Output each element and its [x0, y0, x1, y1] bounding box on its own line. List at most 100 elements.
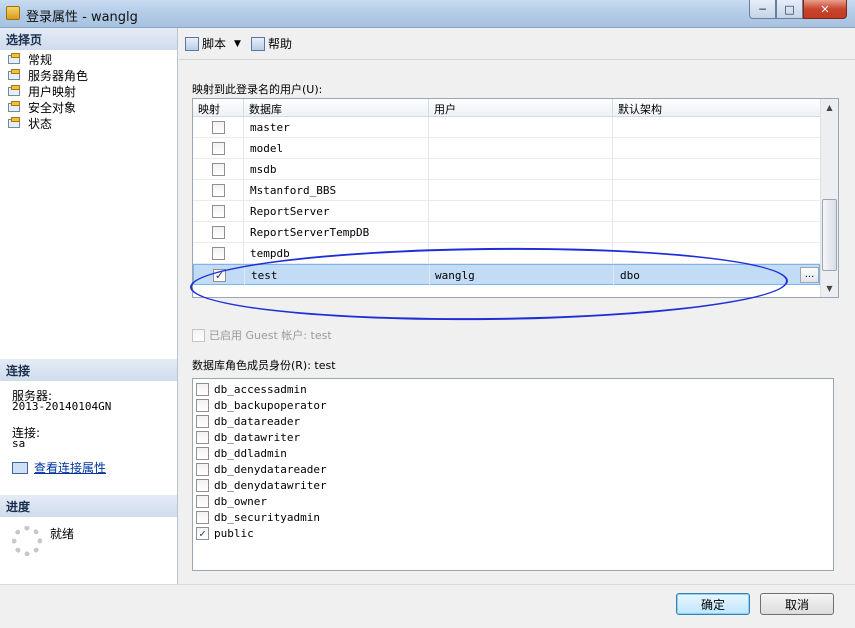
- cell-divider: [428, 201, 429, 222]
- nav-item-label: 服务器角色: [28, 68, 89, 83]
- connection-value: sa: [12, 437, 26, 450]
- grid-row[interactable]: msdb: [193, 159, 820, 180]
- nav-item-securables[interactable]: 安全对象: [8, 99, 76, 115]
- database-cell[interactable]: ReportServer: [250, 205, 329, 218]
- role-item[interactable]: db_owner: [196, 493, 267, 509]
- grid-row[interactable]: ReportServerTempDB: [193, 222, 820, 243]
- role-checkbox[interactable]: [196, 510, 209, 524]
- map-checkbox[interactable]: [212, 142, 225, 155]
- role-item[interactable]: db_securityadmin: [196, 509, 320, 525]
- nav-item-user-mapping[interactable]: 用户映射: [8, 83, 76, 99]
- column-header-map[interactable]: 映射: [198, 101, 220, 117]
- nav-item-general[interactable]: 常规: [8, 51, 52, 67]
- role-item[interactable]: ✓ public: [196, 525, 254, 541]
- map-checkbox[interactable]: [212, 205, 225, 218]
- column-separator: [428, 99, 429, 117]
- scroll-down-icon[interactable]: ▼: [821, 280, 838, 297]
- role-checkbox[interactable]: [196, 462, 209, 476]
- close-button[interactable]: ✕: [803, 0, 847, 19]
- database-cell[interactable]: master: [250, 121, 290, 134]
- minimize-button[interactable]: ─: [749, 0, 776, 19]
- cancel-button[interactable]: 取消: [760, 593, 834, 615]
- role-item[interactable]: db_datawriter: [196, 429, 300, 445]
- database-cell[interactable]: Mstanford_BBS: [250, 184, 336, 197]
- database-cell[interactable]: ReportServerTempDB: [250, 226, 369, 239]
- user-cell[interactable]: wanglg: [435, 269, 475, 282]
- nav-item-status[interactable]: 状态: [8, 115, 52, 131]
- mapping-label: 映射到此登录名的用户(U):: [192, 83, 323, 96]
- role-checkbox[interactable]: [196, 446, 209, 460]
- cell-divider: [612, 180, 613, 201]
- left-panel: 选择页 常规 服务器角色 用户映射 安全对象 状态 连接 服务器: 2013-2…: [0, 28, 178, 584]
- role-name: db_backupoperator: [214, 398, 327, 412]
- database-cell[interactable]: model: [250, 142, 283, 155]
- nav-item-label: 安全对象: [28, 100, 77, 115]
- schema-browse-button[interactable]: ...: [800, 267, 819, 283]
- cell-divider: [612, 222, 613, 243]
- map-checkbox[interactable]: [212, 226, 225, 239]
- role-name: db_datareader: [214, 414, 301, 428]
- grid-row[interactable]: model: [193, 138, 820, 159]
- user-mapping-grid[interactable]: 映射 数据库 用户 默认架构 master model msdb Mstanford_…: [192, 98, 839, 298]
- map-checkbox[interactable]: [212, 184, 225, 197]
- role-checkbox[interactable]: [196, 430, 209, 444]
- role-item[interactable]: db_accessadmin: [196, 381, 307, 397]
- role-checkbox[interactable]: [196, 494, 209, 508]
- grid-row[interactable]: Mstanford_BBS: [193, 180, 820, 201]
- scroll-thumb[interactable]: [822, 199, 837, 271]
- role-item[interactable]: db_datareader: [196, 413, 300, 429]
- maximize-button[interactable]: □: [776, 0, 803, 19]
- help-button[interactable]: 帮助: [250, 35, 292, 52]
- help-icon: [250, 36, 265, 51]
- role-checkbox[interactable]: [196, 414, 209, 428]
- map-checkbox[interactable]: [212, 121, 225, 134]
- role-checkbox[interactable]: [196, 382, 209, 396]
- guest-account-checkbox[interactable]: 已启用 Guest 帐户: test: [192, 327, 332, 343]
- database-cell[interactable]: msdb: [250, 163, 277, 176]
- schema-cell[interactable]: dbo: [620, 269, 640, 282]
- cell-divider: [429, 265, 430, 286]
- grid-row[interactable]: ReportServer: [193, 201, 820, 222]
- role-item[interactable]: db_backupoperator: [196, 397, 327, 413]
- toolbar: 脚本 ▼ 帮助: [179, 28, 855, 60]
- role-name: db_owner: [214, 494, 267, 508]
- role-checkbox[interactable]: [196, 398, 209, 412]
- ok-button[interactable]: 确定: [676, 593, 750, 615]
- vertical-scrollbar[interactable]: ▲ ▼: [820, 99, 838, 297]
- grid-row[interactable]: master: [193, 117, 820, 138]
- script-button[interactable]: 脚本 ▼: [185, 35, 241, 52]
- scroll-up-icon[interactable]: ▲: [821, 99, 838, 116]
- chevron-down-icon[interactable]: ▼: [234, 39, 241, 49]
- role-item[interactable]: db_ddladmin: [196, 445, 287, 461]
- cell-divider: [612, 201, 613, 222]
- role-checkbox[interactable]: ✓: [196, 526, 209, 540]
- guest-checkbox-box[interactable]: [192, 328, 205, 342]
- progress-header: 进度: [0, 495, 177, 517]
- column-separator: [612, 99, 613, 117]
- map-checkbox[interactable]: ✓: [213, 269, 226, 282]
- role-item[interactable]: db_denydatawriter: [196, 477, 327, 493]
- cell-divider: [243, 222, 244, 243]
- nav-item-server-roles[interactable]: 服务器角色: [8, 67, 88, 83]
- map-checkbox[interactable]: [212, 163, 225, 176]
- grid-row[interactable]: ✓ test wanglg dbo...: [193, 264, 820, 286]
- role-name: db_securityadmin: [214, 510, 320, 524]
- script-icon: [185, 36, 199, 51]
- page-icon: [8, 101, 22, 113]
- column-header-database[interactable]: 数据库: [249, 101, 282, 117]
- database-cell[interactable]: test: [251, 269, 278, 282]
- cell-divider: [612, 117, 613, 138]
- cell-divider: [243, 180, 244, 201]
- column-header-user[interactable]: 用户: [434, 101, 456, 117]
- database-cell[interactable]: tempdb: [250, 247, 290, 260]
- title-bar: 登录属性 - wanglg ─ □ ✕: [0, 0, 855, 28]
- map-checkbox[interactable]: [212, 247, 225, 260]
- view-connection-properties-link[interactable]: 查看连接属性: [12, 459, 106, 476]
- role-checkbox[interactable]: [196, 478, 209, 492]
- grid-row[interactable]: tempdb: [193, 243, 820, 264]
- column-header-default-schema[interactable]: 默认架构: [618, 101, 662, 117]
- role-item[interactable]: db_denydatareader: [196, 461, 327, 477]
- page-icon: [8, 85, 22, 97]
- database-roles-list[interactable]: db_accessadmin db_backupoperator db_datare…: [192, 378, 834, 571]
- progress-status: 就绪: [50, 527, 75, 541]
